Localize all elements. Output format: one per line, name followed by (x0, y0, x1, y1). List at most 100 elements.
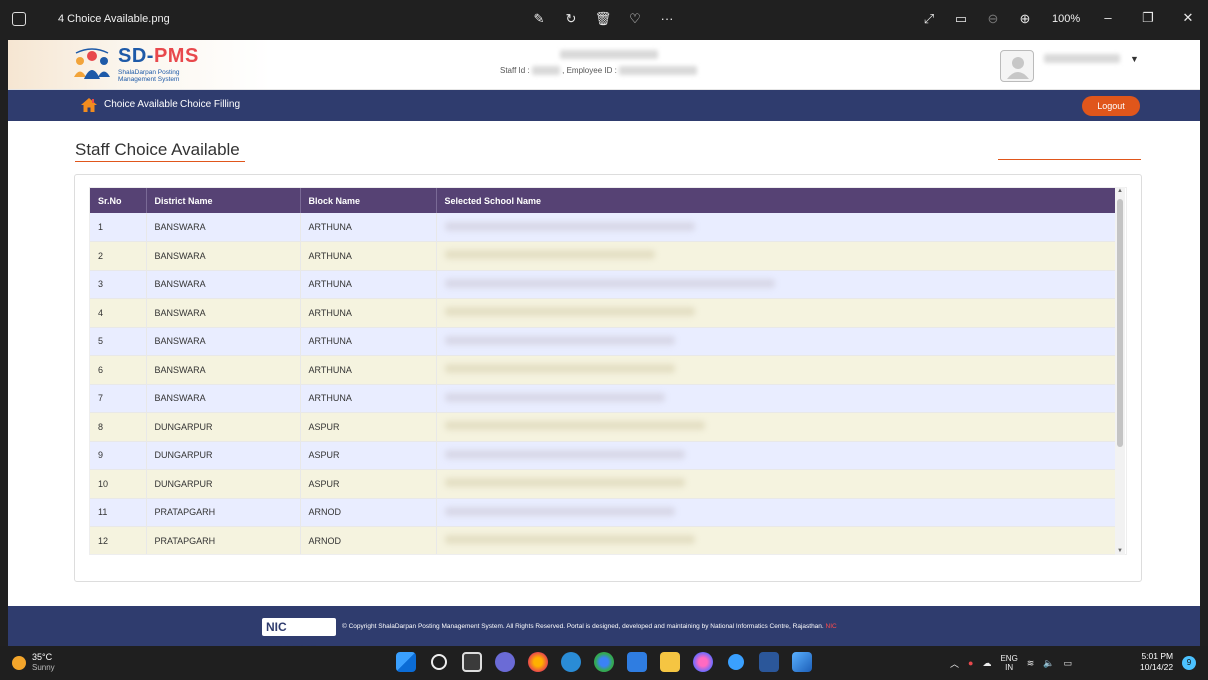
employee-id-value-redacted (619, 66, 698, 76)
cell-block: ASPUR (300, 469, 437, 499)
fit-icon[interactable]: ▭ (952, 10, 970, 28)
language-indicator[interactable]: ENG IN (1000, 654, 1017, 672)
col-header-block[interactable]: Block Name (300, 188, 437, 213)
staff-id-value-redacted (531, 66, 560, 76)
cell-district: DUNGARPUR (146, 412, 301, 442)
expand-icon[interactable]: ⤢ (920, 10, 938, 28)
table-row[interactable]: 9 DUNGARPUR ASPUR (90, 441, 1122, 470)
col-header-school[interactable]: Selected School Name (436, 188, 1122, 213)
nav-choice-available[interactable]: Choice Available (104, 99, 178, 110)
notification-badge[interactable]: 9 (1182, 656, 1196, 670)
choice-table: Sr.No District Name Block Name Selected … (90, 188, 1122, 554)
table-scrollbar[interactable]: ▲ ▼ (1115, 187, 1125, 555)
cell-block: ARNOD (300, 498, 437, 527)
scroll-thumb[interactable] (1117, 199, 1123, 447)
store-icon[interactable] (627, 652, 647, 672)
table-row[interactable]: 12 PRATAPGARH ARNOD (90, 526, 1122, 554)
table-row[interactable]: 6 BANSWARA ARTHUNA (90, 355, 1122, 385)
nic-link[interactable]: NIC (826, 623, 837, 630)
file-explorer-icon[interactable] (660, 652, 680, 672)
cell-school-redacted (436, 498, 1122, 527)
staff-info: Staff Id : , Employee ID : (500, 66, 698, 76)
wifi-icon[interactable]: ≋ (1027, 658, 1035, 669)
table-row[interactable]: 1 BANSWARA ARTHUNA (90, 213, 1122, 242)
table-row[interactable]: 3 BANSWARA ARTHUNA (90, 270, 1122, 299)
cell-school-redacted (436, 355, 1122, 385)
favorite-icon[interactable]: ♡ (626, 10, 644, 28)
table-row[interactable]: 11 PRATAPGARH ARNOD (90, 498, 1122, 527)
table-row[interactable]: 5 BANSWARA ARTHUNA (90, 327, 1122, 356)
sd-pms-logo[interactable]: SD-PMS ShalaDarpan Posting Management Sy… (72, 45, 222, 87)
cell-block: ARTHUNA (300, 298, 437, 328)
taskbar-clock[interactable]: 5:01 PM 10/14/22 (1140, 651, 1173, 673)
firefox-icon[interactable] (528, 652, 548, 672)
chat-icon[interactable] (495, 652, 515, 672)
table-header-row: Sr.No District Name Block Name Selected … (90, 188, 1122, 213)
tray-cloud-icon[interactable]: ☁ (982, 658, 991, 669)
table-row[interactable]: 2 BANSWARA ARTHUNA (90, 241, 1122, 271)
more-icon[interactable]: ··· (658, 10, 676, 28)
tray-chevron-up-icon[interactable]: ︿ (950, 657, 959, 670)
cell-school-redacted (436, 469, 1122, 499)
cell-school-redacted (436, 270, 1122, 299)
logo-subtitle: ShalaDarpan Posting Management System (118, 69, 180, 83)
edit-icon[interactable]: ✎ (530, 10, 548, 28)
cell-district: BANSWARA (146, 213, 301, 242)
tray-app-icon[interactable]: ● (968, 658, 973, 668)
zoom-out-icon[interactable]: ⊖ (984, 10, 1002, 28)
volume-muted-icon[interactable]: 🔈 (1043, 658, 1054, 669)
delete-icon[interactable]: 🗑 (594, 10, 612, 28)
nic-logo: NICNational Informatics Centre (262, 618, 336, 648)
search-icon[interactable] (431, 654, 447, 670)
nav-choice-filling[interactable]: Choice Filling (180, 99, 240, 110)
snipping-tool-icon[interactable] (728, 654, 744, 670)
cell-sr-no: 1 (90, 213, 147, 242)
logout-button[interactable]: Logout (1082, 96, 1140, 116)
paint-icon[interactable] (693, 652, 713, 672)
weather-temperature[interactable]: 35°C (32, 652, 52, 662)
cell-block: ARTHUNA (300, 241, 437, 271)
zoom-in-icon[interactable]: ⊕ (1016, 10, 1034, 28)
scroll-down-arrow-icon[interactable]: ▼ (1116, 548, 1124, 554)
cell-district: BANSWARA (146, 241, 301, 271)
cell-block: ARTHUNA (300, 327, 437, 356)
word-icon[interactable] (759, 652, 779, 672)
user-menu-chevron-down-icon[interactable]: ▼ (1130, 54, 1139, 64)
start-windows-icon[interactable] (396, 652, 416, 672)
col-header-sr-no[interactable]: Sr.No (90, 188, 147, 213)
col-header-district[interactable]: District Name (146, 188, 301, 213)
cell-district: PRATAPGARH (146, 498, 301, 527)
table-row[interactable]: 10 DUNGARPUR ASPUR (90, 469, 1122, 499)
close-button[interactable]: ✕ (1168, 0, 1208, 36)
cell-school-redacted (436, 327, 1122, 356)
cell-district: DUNGARPUR (146, 441, 301, 470)
choice-table-scroll-area[interactable]: Sr.No District Name Block Name Selected … (89, 187, 1127, 555)
table-row[interactable]: 7 BANSWARA ARTHUNA (90, 384, 1122, 413)
table-row[interactable]: 8 DUNGARPUR ASPUR (90, 412, 1122, 442)
cell-sr-no: 9 (90, 441, 147, 470)
cell-block: ASPUR (300, 441, 437, 470)
restore-button[interactable]: ❐ (1128, 0, 1168, 36)
cell-school-redacted (436, 241, 1122, 271)
cell-district: BANSWARA (146, 298, 301, 328)
avatar[interactable] (1000, 50, 1034, 82)
cell-school-redacted (436, 213, 1122, 242)
weather-description[interactable]: Sunny (32, 663, 55, 672)
people-logo-icon (74, 48, 110, 79)
battery-icon[interactable]: ▭ (1064, 658, 1073, 669)
task-view-icon[interactable] (462, 652, 482, 672)
cell-sr-no: 8 (90, 412, 147, 442)
scroll-up-arrow-icon[interactable]: ▲ (1116, 188, 1124, 194)
edge-icon[interactable] (561, 652, 581, 672)
staff-id-label: Staff Id : (500, 66, 530, 75)
rotate-icon[interactable]: ↻ (562, 10, 580, 28)
cell-sr-no: 4 (90, 298, 147, 328)
home-icon[interactable] (80, 97, 98, 113)
photos-icon[interactable] (792, 652, 812, 672)
table-row[interactable]: 4 BANSWARA ARTHUNA (90, 298, 1122, 328)
chrome-icon[interactable] (594, 652, 614, 672)
minimize-button[interactable]: – (1088, 0, 1128, 36)
weather-sun-icon[interactable] (12, 656, 26, 670)
page-title: Staff Choice Available (75, 140, 240, 159)
taskbar-apps (396, 652, 812, 672)
